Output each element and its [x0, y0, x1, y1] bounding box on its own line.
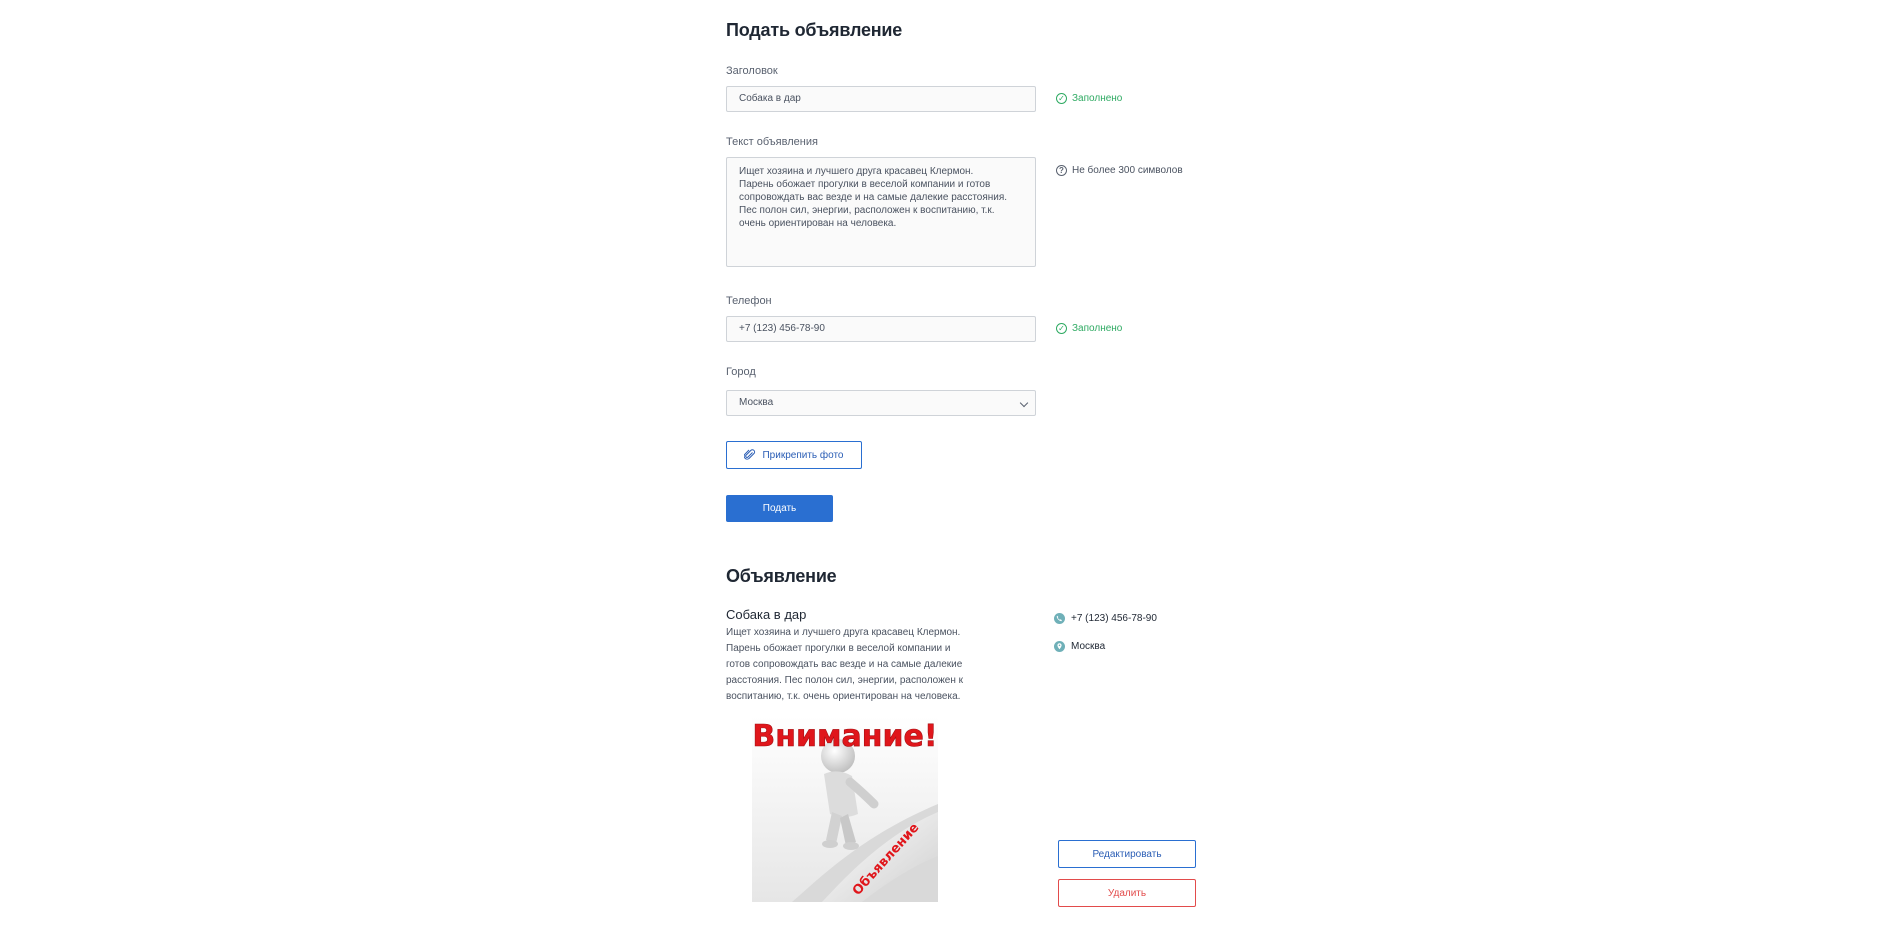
chevron-down-icon	[1019, 398, 1029, 408]
ad-title: Собака в дар	[726, 607, 807, 622]
title-status: ✓ Заполнено	[1056, 93, 1122, 104]
phone-icon	[1054, 613, 1065, 624]
image-banner-text: Внимание!	[752, 719, 937, 754]
phone-label: Телефон	[726, 295, 772, 307]
ad-phone: +7 (123) 456-78-90	[1054, 613, 1157, 624]
check-circle-icon: ✓	[1056, 93, 1067, 104]
ad-city-text: Москва	[1071, 641, 1106, 652]
attach-photo-label: Прикрепить фото	[762, 449, 844, 461]
question-circle-icon: ?	[1056, 165, 1067, 176]
ad-text-textarea[interactable]: Ищет хозяина и лучшего друга красавец Кл…	[726, 157, 1036, 267]
ad-heading: Объявление	[726, 566, 837, 586]
city-select-value: Москва	[739, 397, 774, 408]
title-status-text: Заполнено	[1072, 93, 1123, 104]
text-hint-text: Не более 300 символов	[1072, 165, 1183, 176]
title-input[interactable]: Собака в дар	[726, 86, 1036, 112]
check-circle-icon: ✓	[1056, 323, 1067, 334]
location-pin-icon	[1054, 641, 1065, 652]
city-label: Город	[726, 366, 756, 378]
city-select[interactable]: Москва	[726, 390, 1036, 416]
form-heading: Подать объявление	[726, 20, 903, 40]
delete-button[interactable]: Удалить	[1058, 879, 1196, 907]
attach-photo-button[interactable]: Прикрепить фото	[726, 441, 862, 469]
phone-input[interactable]: +7 (123) 456-78-90	[726, 316, 1036, 342]
ad-image: Внимание! Объявление	[752, 716, 938, 902]
paperclip-icon	[744, 449, 756, 460]
edit-button[interactable]: Редактировать	[1058, 840, 1196, 868]
ad-text: Ищет хозяина и лучшего друга красавец Кл…	[726, 627, 964, 702]
text-hint: ? Не более 300 символов	[1056, 165, 1183, 176]
title-label: Заголовок	[726, 65, 778, 77]
ad-city: Москва	[1054, 641, 1105, 652]
submit-button[interactable]: Подать	[726, 495, 833, 522]
phone-status: ✓ Заполнено	[1056, 323, 1122, 334]
phone-status-text: Заполнено	[1072, 323, 1123, 334]
ad-phone-text: +7 (123) 456-78-90	[1071, 613, 1157, 624]
text-label: Текст объявления	[726, 136, 818, 148]
